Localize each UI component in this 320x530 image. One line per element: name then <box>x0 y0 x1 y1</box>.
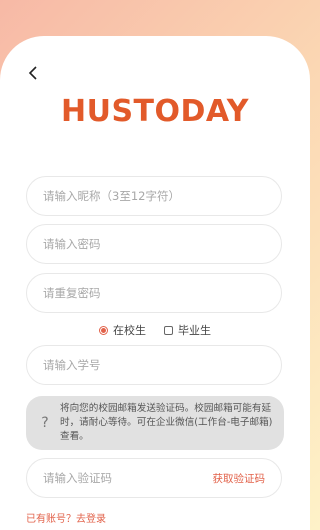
radio-selected-icon <box>99 325 108 335</box>
password-field[interactable] <box>26 224 282 264</box>
identity-option-current-student[interactable]: 在校生 <box>99 322 146 338</box>
nickname-input[interactable] <box>41 188 267 204</box>
confirm-password-field[interactable] <box>26 273 282 313</box>
checkbox-icon <box>164 325 173 335</box>
verification-code-input[interactable] <box>41 470 195 486</box>
nickname-field[interactable] <box>26 176 282 216</box>
identity-option-label: 毕业生 <box>178 324 211 337</box>
back-button[interactable] <box>22 62 44 84</box>
identity-selector: 在校生 毕业生 <box>0 322 310 338</box>
verification-code-field[interactable]: 获取验证码 <box>26 458 282 498</box>
verification-notice: ? 将向您的校园邮箱发送验证码。校园邮箱可能有延时，请耐心等待。可在企业微信(工… <box>26 396 284 450</box>
get-code-button[interactable]: 获取验证码 <box>213 471 266 486</box>
password-input[interactable] <box>41 236 267 252</box>
identity-option-graduate[interactable]: 毕业生 <box>164 322 211 338</box>
question-icon: ? <box>41 415 49 431</box>
notice-text: 将向您的校园邮箱发送验证码。校园邮箱可能有延时，请耐心等待。可在企业微信(工作台… <box>60 403 273 442</box>
chevron-left-icon <box>28 66 37 80</box>
go-login-link[interactable]: 已有账号？去登录 <box>26 510 106 525</box>
identity-option-label: 在校生 <box>113 324 146 337</box>
student-id-input[interactable] <box>41 357 267 373</box>
register-card: HUSTODAY 在校生 毕业生 ? 将向您的校园邮箱发送验证码。校园邮箱可能有… <box>0 36 310 530</box>
confirm-password-input[interactable] <box>41 285 267 301</box>
app-logo: HUSTODAY <box>60 94 249 129</box>
student-id-field[interactable] <box>26 345 282 385</box>
